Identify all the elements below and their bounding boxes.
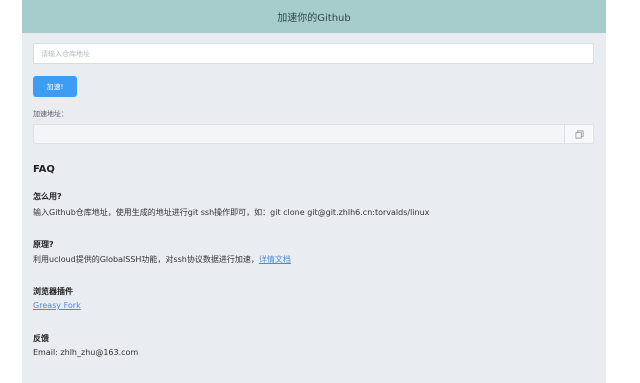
faq-question-feedback: 反馈 — [33, 334, 49, 343]
faq-answer-plugin: Greasy Fork — [33, 301, 81, 310]
faq-answer-principle: 利用ucloud提供的GlobalSSH功能，对ssh协议数据进行加速，详情文档 — [33, 254, 291, 265]
details-doc-link[interactable]: 详情文档 — [259, 255, 291, 264]
faq-answer-principle-text: 利用ucloud提供的GlobalSSH功能，对ssh协议数据进行加速， — [33, 255, 259, 264]
faq-question-usage: 怎么用? — [33, 192, 62, 201]
greasy-fork-link[interactable]: Greasy Fork — [33, 301, 81, 310]
faq-question-plugin: 浏览器插件 — [33, 287, 73, 296]
faq-answer-feedback: Email: zhlh_zhu@163.com — [33, 348, 139, 357]
page-panel: 加速你的Github 加速! 加速地址： FAQ 怎么用? 输入Github仓库… — [22, 0, 606, 383]
faq-section: FAQ 怎么用? 输入Github仓库地址，使用生成的地址进行git ssh操作… — [33, 43, 594, 383]
page-header: 加速你的Github — [22, 0, 606, 33]
faq-title: FAQ — [33, 164, 55, 175]
faq-question-principle: 原理? — [33, 240, 54, 249]
faq-answer-usage: 输入Github仓库地址，使用生成的地址进行git ssh操作即可，如：git … — [33, 208, 430, 217]
page-title: 加速你的Github — [277, 13, 351, 24]
